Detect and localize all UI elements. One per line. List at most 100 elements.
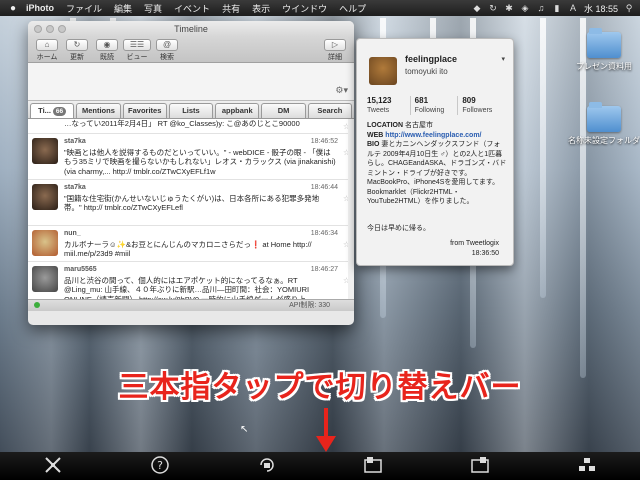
tweet-time: 18:46:44 [310, 184, 338, 191]
switcher-bar: ? [0, 452, 640, 480]
web-link[interactable]: http://www.feelingplace.com/ [385, 132, 481, 139]
arrow-down-icon [316, 408, 336, 452]
avatar[interactable] [32, 138, 58, 164]
tweet-list[interactable]: …なってい2011年2月4日」 RT @ko_Classes)y: こ@あのじと… [28, 119, 354, 299]
web-label: WEB [367, 131, 384, 139]
tab-favorites[interactable]: Favorites [122, 103, 167, 118]
avatar[interactable] [32, 184, 58, 210]
close-button[interactable] [34, 25, 42, 33]
menu-app-name[interactable]: iPhoto [20, 3, 60, 13]
spotlight-icon[interactable]: ⚲ [624, 3, 634, 13]
menu-share[interactable]: 共有 [216, 2, 246, 15]
menu-events[interactable]: イベント [168, 2, 216, 15]
stat-following[interactable]: 681 Following [409, 96, 458, 115]
tweet-text: 品川と渋谷の間って、個人的にはエアポケット的になってるなぁ。RT @Ling_m… [64, 275, 310, 300]
search-label: 検索 [160, 54, 174, 61]
tweet-time: 18:46:34 [310, 230, 338, 237]
desktop-folder[interactable]: プレゼン資料用 [568, 28, 640, 72]
profile-stats: 15,123 Tweets 681 Following 809 Follower… [367, 96, 505, 115]
zoom-button[interactable] [58, 25, 66, 33]
location-label: LOCATION [367, 122, 404, 129]
menu-photos[interactable]: 写真 [138, 2, 168, 15]
clock[interactable]: 水 18:55 [584, 2, 618, 15]
search-button[interactable]: @ 検索 [152, 39, 182, 62]
window-title: Timeline [174, 24, 208, 34]
tweet-row[interactable]: sta7ka 18:46:44 "国籍な住宅街(かんせいないじゅうたくがい)は、… [28, 180, 354, 226]
window-titlebar[interactable]: Timeline [28, 21, 354, 37]
tools-icon[interactable] [41, 456, 65, 476]
menu-view[interactable]: 表示 [246, 2, 276, 15]
app-switch-1-icon[interactable] [361, 456, 385, 476]
tweet-client: from Tweetlogix [450, 240, 499, 247]
tweet-time: 18:46:52 [310, 138, 338, 145]
stat-followers[interactable]: 809 Followers [457, 96, 505, 115]
stat-tweets[interactable]: 15,123 Tweets [367, 96, 410, 115]
help-icon[interactable]: ? [148, 456, 172, 476]
toolbar: ⌂ ホーム ↻ 更新 ◉ 既読 ☰☰ ビュー @ 検索 ▷ 詳細 [28, 37, 354, 63]
tweet-row[interactable]: …なってい2011年2月4日」 RT @ko_Classes)y: こ@あのじと… [28, 119, 354, 134]
profile-web: WEB http://www.feelingplace.com/ [367, 131, 507, 141]
tab-bar: Ti... 66 Mentions Favorites Lists appbank… [28, 101, 354, 119]
menu-file[interactable]: ファイル [60, 2, 108, 15]
apple-menu-icon[interactable]: ● [6, 3, 20, 14]
home-label: ホーム [36, 54, 58, 61]
tweet-row[interactable]: maru5565 18:46:27 品川と渋谷の間って、個人的にはエアポケット的… [28, 262, 354, 299]
gear-icon[interactable]: ⚙▾ [335, 85, 348, 96]
avatar[interactable] [32, 266, 58, 292]
desktop-folder[interactable]: 名称未設定フォルダ [568, 102, 640, 146]
tab-search[interactable]: Search [307, 103, 352, 118]
tweet-author[interactable]: sta7ka [64, 137, 336, 147]
grid-icon[interactable] [575, 456, 599, 476]
tweet-text: カルボナーラ☺✨&お豆とにんじんのマカロニさらだっ❗ at Home http:… [64, 239, 312, 259]
compose-area[interactable]: ⚙▾ [28, 63, 354, 101]
menu-bar: ● iPhoto ファイル 編集 写真 イベント 共有 表示 ウインドウ ヘルプ… [0, 0, 640, 16]
tab-lists[interactable]: Lists [168, 103, 214, 118]
mark-read-button[interactable]: ◉ 既読 [92, 39, 122, 62]
tweet-text: "映画とは他人を説得するものだといっていい。" - webDICE - 骰子の眼… [64, 147, 336, 176]
tab-dm[interactable]: DM [261, 103, 306, 118]
battery-icon[interactable]: ▮ [552, 3, 562, 13]
tweet-author[interactable]: sta7ka [64, 183, 336, 193]
detail-button[interactable]: ▷ 詳細 [320, 39, 350, 62]
wifi-icon[interactable]: ◈ [520, 3, 530, 13]
minimize-button[interactable] [46, 25, 54, 33]
stat-label: Followers [462, 106, 493, 114]
tweet-row[interactable]: nun_ 18:46:34 カルボナーラ☺✨&お豆とにんじんのマカロニさらだっ❗… [28, 226, 354, 262]
chevron-down-icon[interactable]: ▾ [501, 55, 505, 65]
avatar[interactable] [32, 230, 58, 256]
profile-name: feelingplace [405, 54, 458, 64]
rotation-lock-icon[interactable] [255, 456, 279, 476]
menu-help[interactable]: ヘルプ [333, 2, 372, 15]
timeline-window: Timeline ⌂ ホーム ↻ 更新 ◉ 既読 ☰☰ ビュー @ 検索 ▷ 詳… [28, 21, 354, 325]
volume-icon[interactable]: ♫ [536, 3, 546, 13]
status-bar: API制限: 330 [28, 299, 354, 311]
menu-window[interactable]: ウインドウ [276, 2, 333, 15]
input-method-icon[interactable]: A [568, 3, 578, 13]
scrollbar[interactable] [348, 119, 354, 299]
latest-tweet: 今日は早めに帰る。 [367, 225, 430, 232]
location-value: 名古屋市 [405, 122, 433, 129]
app-switch-2-icon[interactable] [468, 456, 492, 476]
tweet-row[interactable]: sta7ka 18:46:52 "映画とは他人を説得するものだといっていい。" … [28, 134, 354, 180]
folder-icon [587, 102, 621, 132]
mark-read-label: 既読 [100, 54, 114, 61]
tab-mentions[interactable]: Mentions [76, 103, 121, 118]
refresh-button[interactable]: ↻ 更新 [62, 39, 92, 62]
tweet-author[interactable]: maru5565 [64, 265, 336, 275]
sync-icon[interactable]: ↻ [488, 3, 498, 13]
tweet-author[interactable]: nun_ [64, 229, 336, 239]
menu-edit[interactable]: 編集 [108, 2, 138, 15]
tab-timeline[interactable]: Ti... 66 [30, 103, 75, 118]
tab-appbank[interactable]: appbank [215, 103, 260, 118]
target-icon: ◉ [96, 39, 118, 51]
folder-label: 名称未設定フォルダ [568, 136, 640, 145]
view-button[interactable]: ☰☰ ビュー [122, 39, 152, 62]
tweet-time: 18:46:27 [310, 266, 338, 273]
home-button[interactable]: ⌂ ホーム [32, 39, 62, 62]
bio-text: 妻とカニンヘンダックスフンド（フォルテ 2009年4月10日生 ♂）との2人と1… [367, 141, 507, 205]
profile-avatar[interactable] [369, 57, 397, 85]
bluetooth-icon[interactable]: ✱ [504, 3, 514, 13]
folder-label: プレゼン資料用 [576, 62, 632, 71]
dropbox-icon[interactable]: ◆ [472, 3, 482, 13]
profile-info: LOCATION 名古屋市 WEB http://www.feelingplac… [367, 121, 507, 207]
